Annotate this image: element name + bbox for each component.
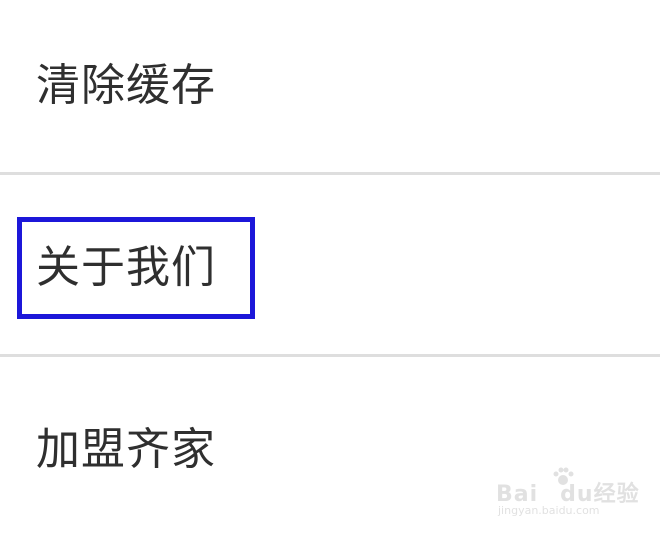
divider	[0, 172, 660, 175]
menu-item-about-us[interactable]: 关于我们	[0, 176, 660, 354]
menu-item-franchise[interactable]: 加盟齐家	[0, 358, 660, 536]
settings-list: 清除缓存 关于我们 加盟齐家	[0, 0, 660, 536]
menu-item-label: 清除缓存	[36, 60, 216, 111]
menu-item-label: 关于我们	[36, 242, 216, 293]
menu-item-clear-cache[interactable]: 清除缓存	[0, 0, 660, 172]
divider	[0, 354, 660, 357]
menu-item-label: 加盟齐家	[36, 424, 216, 475]
